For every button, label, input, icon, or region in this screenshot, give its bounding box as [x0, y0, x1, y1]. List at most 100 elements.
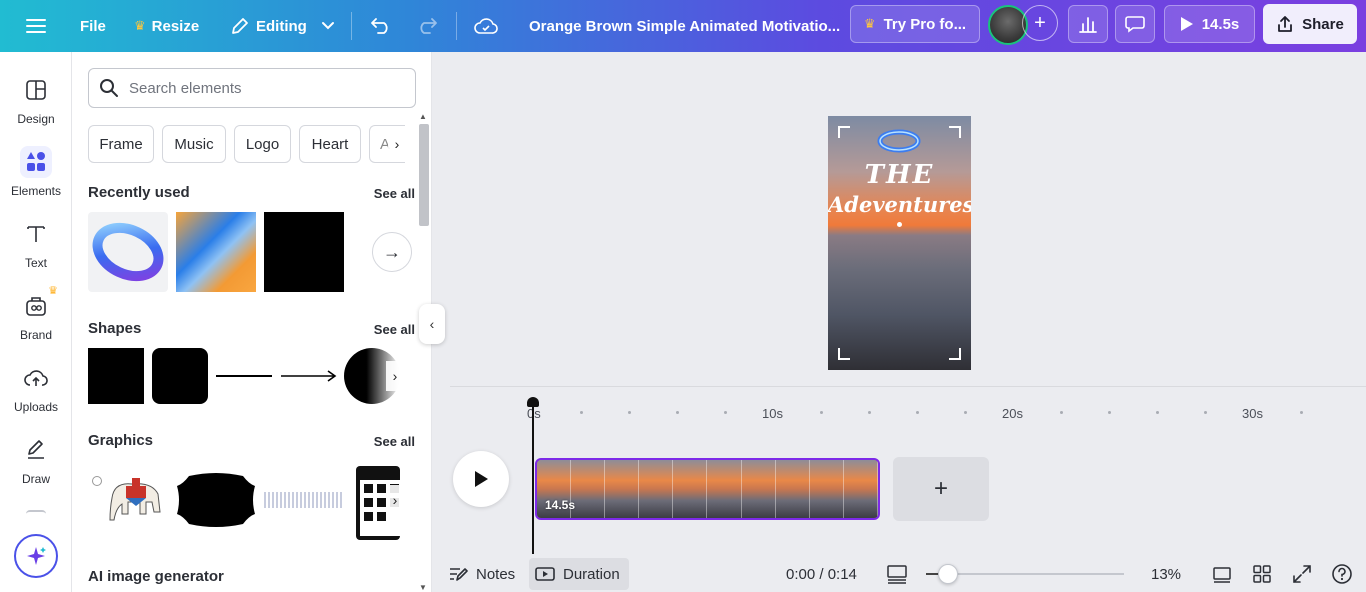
- crown-icon: ♛: [863, 16, 876, 31]
- chevron-right-icon: ›: [392, 368, 398, 384]
- video-duration-icon: [535, 567, 555, 581]
- rail-label: Text: [24, 256, 47, 270]
- notes-button[interactable]: Notes: [448, 558, 515, 590]
- chip-heart[interactable]: Heart: [299, 125, 361, 163]
- redo-button[interactable]: [416, 0, 438, 52]
- pages-button[interactable]: [1210, 562, 1234, 586]
- chips-next-button[interactable]: ›: [388, 130, 406, 158]
- shape-line[interactable]: [216, 375, 272, 377]
- rail-item-text[interactable]: Text: [0, 218, 72, 282]
- chip-logo[interactable]: Logo: [234, 125, 291, 163]
- duration-label: Duration: [563, 565, 620, 583]
- clip-frame-thumbnail: [741, 460, 776, 518]
- scroll-thumb[interactable]: [419, 124, 429, 226]
- recent-item-gradient[interactable]: [176, 212, 256, 292]
- ring-3d-graphic: [92, 222, 164, 282]
- present-play-button[interactable]: 14.5s: [1164, 5, 1255, 43]
- magic-assistant-button[interactable]: [14, 534, 58, 578]
- save-status-button[interactable]: [474, 0, 498, 52]
- chip-label: Heart: [311, 135, 349, 153]
- search-input[interactable]: [129, 79, 399, 97]
- comments-button[interactable]: [1115, 5, 1155, 43]
- recently-used-next-button[interactable]: →: [372, 232, 412, 272]
- timeline-tick-dot: [916, 411, 919, 414]
- file-menu-button[interactable]: File: [80, 0, 106, 52]
- divider: [351, 12, 352, 40]
- help-button[interactable]: [1330, 562, 1354, 586]
- chip-frame[interactable]: Frame: [88, 125, 154, 163]
- shape-square[interactable]: [88, 348, 144, 404]
- top-bar: File ♛ Resize Editing Orange Brown Simpl…: [0, 0, 1366, 52]
- shapes-see-all[interactable]: See all: [374, 322, 415, 337]
- graphics-see-all[interactable]: See all: [374, 434, 415, 449]
- panel-scrollbar[interactable]: ▲ ▼: [417, 112, 429, 592]
- grid-view-button[interactable]: [1250, 562, 1274, 586]
- resize-button[interactable]: ♛ Resize: [134, 0, 199, 52]
- try-pro-button[interactable]: ♛ Try Pro fo...: [850, 5, 980, 43]
- rail-item-draw[interactable]: Draw: [0, 434, 72, 498]
- clip-duration: 14.5s: [545, 498, 576, 512]
- playhead-handle[interactable]: [527, 397, 539, 407]
- folder-icon: [26, 510, 46, 518]
- shape-arrow-line[interactable]: [280, 368, 338, 384]
- zoom-slider-thumb[interactable]: [937, 564, 958, 584]
- chip-music[interactable]: Music: [162, 125, 226, 163]
- design-page[interactable]: THE Adeventures: [828, 116, 971, 370]
- chevron-right-icon: ›: [392, 492, 398, 508]
- timeline-tick-dot: [820, 411, 823, 414]
- menu-button[interactable]: [26, 0, 46, 52]
- editing-mode-button[interactable]: Editing: [230, 0, 335, 52]
- timeline-play-button[interactable]: [453, 451, 509, 507]
- document-title[interactable]: Orange Brown Simple Animated Motivatio..…: [529, 0, 840, 52]
- cloud-upload-icon: [20, 362, 52, 394]
- layout-icon: [20, 74, 52, 106]
- rail-item-brand[interactable]: ♛ Brand: [0, 285, 72, 354]
- ai-generator-title: AI image generator: [88, 568, 224, 585]
- undo-icon: [371, 18, 388, 34]
- chevron-right-icon: ›: [394, 136, 400, 152]
- timeline-tick-dot: [628, 411, 631, 414]
- chip-label: Music: [174, 135, 214, 153]
- timeline-tick-dot: [964, 411, 967, 414]
- recent-item-ring[interactable]: [88, 212, 168, 292]
- rail-label: Uploads: [13, 400, 59, 414]
- rail-item-elements[interactable]: Elements: [0, 146, 72, 210]
- add-page-button[interactable]: +: [893, 457, 989, 521]
- graphic-elephant[interactable]: [102, 472, 172, 528]
- undo-button[interactable]: [370, 0, 392, 52]
- zoom-level[interactable]: 13%: [1151, 558, 1181, 590]
- design-title-line1: THE: [864, 160, 935, 190]
- page-view-button[interactable]: [885, 562, 909, 586]
- share-button[interactable]: Share: [1263, 4, 1357, 44]
- shapes-icon: [20, 146, 52, 178]
- graphic-sparkle-line[interactable]: [264, 492, 344, 508]
- graphic-label-frame[interactable]: [175, 472, 257, 528]
- graphics-next-button[interactable]: ›: [386, 485, 404, 515]
- redo-icon: [420, 18, 437, 34]
- crown-icon: ♛: [48, 285, 58, 297]
- rail-item-uploads[interactable]: Uploads: [0, 362, 72, 426]
- collapse-panel-button[interactable]: ‹: [419, 304, 445, 344]
- add-collaborator-button[interactable]: +: [1022, 5, 1058, 41]
- shapes-next-button[interactable]: ›: [386, 361, 404, 391]
- hamburger-icon: [26, 19, 46, 33]
- recently-used-see-all[interactable]: See all: [374, 186, 415, 201]
- page-view-icon: [887, 565, 907, 584]
- help-icon: [1332, 564, 1352, 584]
- graphics-title: Graphics: [88, 432, 154, 449]
- shape-rounded-square[interactable]: [152, 348, 208, 404]
- editing-label: Editing: [256, 17, 307, 35]
- timeline-clip[interactable]: 14.5s: [535, 458, 880, 520]
- insights-button[interactable]: [1068, 5, 1108, 43]
- crown-icon: ♛: [134, 18, 146, 33]
- timeline-tick-dot: [868, 411, 871, 414]
- timeline-tick-label: 20s: [1002, 406, 1023, 421]
- timeline-tick-dot: [1060, 411, 1063, 414]
- duration-button[interactable]: Duration: [529, 558, 629, 590]
- search-box[interactable]: [88, 68, 416, 108]
- clip-frame-thumbnail: [775, 460, 810, 518]
- timeline-tick-dot: [580, 411, 583, 414]
- recent-item-black-square[interactable]: [264, 212, 344, 292]
- fullscreen-button[interactable]: [1290, 562, 1314, 586]
- rail-item-design[interactable]: Design: [0, 74, 72, 138]
